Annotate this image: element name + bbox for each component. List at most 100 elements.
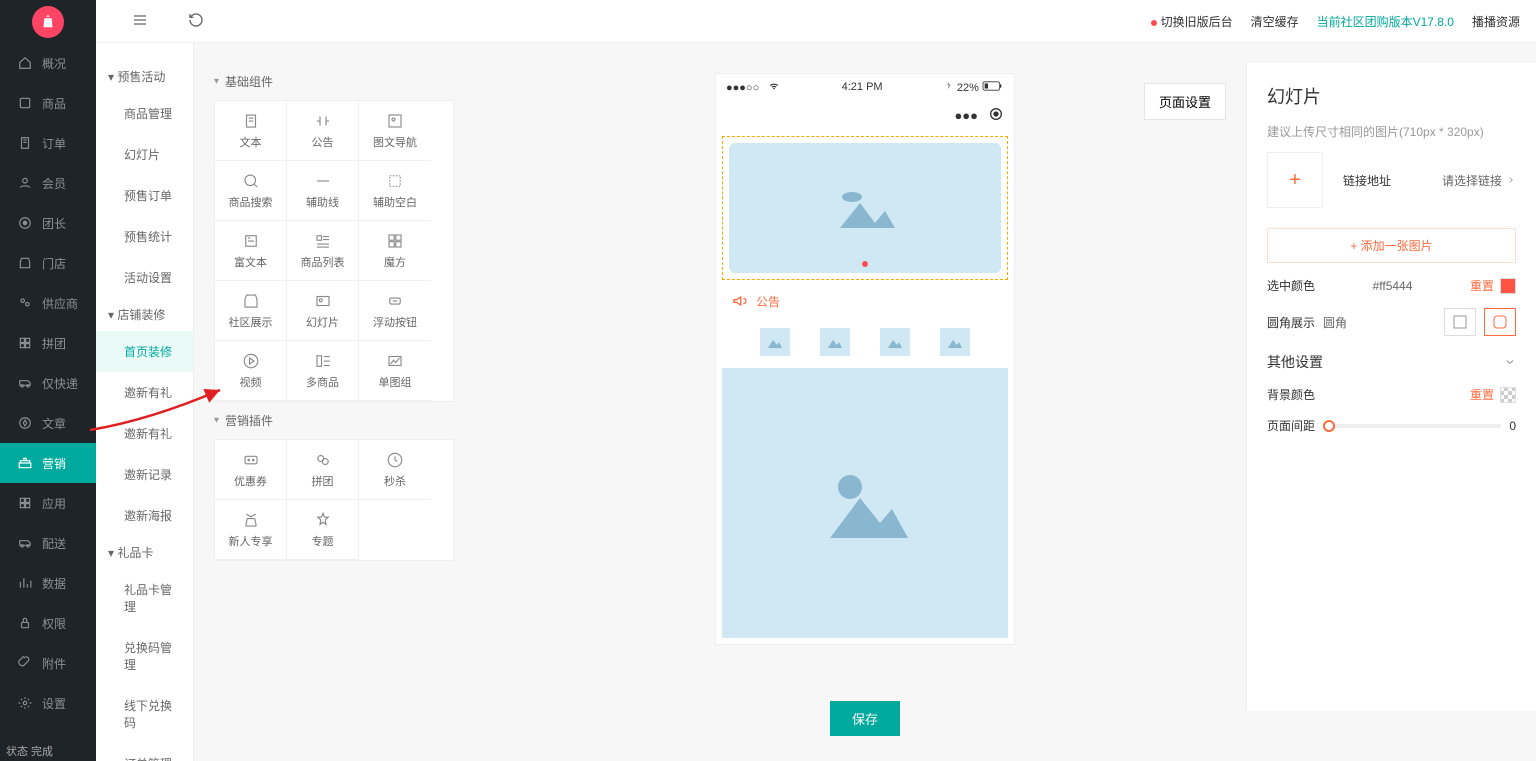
slideshow-slot[interactable] — [722, 136, 1008, 280]
sub-item[interactable]: 首页装修 — [96, 331, 193, 372]
component-魔方[interactable]: 魔方 — [359, 221, 431, 281]
nav-item-settings[interactable]: 设置 — [0, 683, 96, 723]
thumbnail-row[interactable] — [716, 322, 1014, 362]
gap-slider[interactable] — [1323, 424, 1501, 428]
nav-item-home[interactable]: 概况 — [0, 43, 96, 83]
page-settings-button[interactable]: 页面设置 — [1144, 83, 1226, 120]
nav-item-supplier[interactable]: 供应商 — [0, 283, 96, 323]
reset-color[interactable]: 重置 — [1470, 277, 1494, 294]
component-icon — [242, 232, 260, 250]
save-button[interactable]: 保存 — [830, 701, 900, 736]
big-image-slot[interactable] — [722, 368, 1008, 638]
nav-item-article[interactable]: 文章 — [0, 403, 96, 443]
component-图文导航[interactable]: 图文导航 — [359, 101, 431, 161]
nav-item-order[interactable]: 订单 — [0, 123, 96, 163]
nav-item-leader[interactable]: 团长 — [0, 203, 96, 243]
nav-item-attachment[interactable]: 附件 — [0, 643, 96, 683]
nav-item-goods[interactable]: 商品 — [0, 83, 96, 123]
megaphone-icon — [732, 293, 748, 309]
image-placeholder — [729, 143, 1001, 273]
nav-item-delivery[interactable]: 配送 — [0, 523, 96, 563]
size-hint: 建议上传尺寸相同的图片(710px * 320px) — [1267, 123, 1516, 140]
component-单图组[interactable]: 单图组 — [359, 341, 431, 401]
link-select[interactable]: 请选择链接 — [1442, 172, 1516, 189]
sub-item[interactable]: 邀新海报 — [96, 495, 193, 536]
component-优惠券[interactable]: 优惠券 — [215, 440, 287, 500]
phone-nav-bar: ●●● — [716, 100, 1014, 130]
sub-item[interactable]: 订单管理 — [96, 743, 193, 761]
marketing-components-header[interactable]: 营销插件 — [214, 412, 454, 429]
broadcast-link[interactable]: 播播资源 — [1472, 13, 1520, 30]
group-header[interactable]: ▾ 店铺装修 — [96, 298, 193, 331]
add-image-button[interactable]: + 添加一张图片 — [1267, 228, 1516, 263]
nav-item-group[interactable]: 拼团 — [0, 323, 96, 363]
corner-toggle — [1444, 308, 1516, 336]
sub-item[interactable]: 邀新有礼 — [96, 372, 193, 413]
sub-item[interactable]: 邀新记录 — [96, 454, 193, 495]
component-文本[interactable]: 文本 — [215, 101, 287, 161]
component-label: 辅助空白 — [373, 194, 417, 210]
sub-item[interactable]: 邀新有礼 — [96, 413, 193, 454]
component-公告[interactable]: 公告 — [287, 101, 359, 161]
thumbnail — [880, 328, 910, 356]
app-icon — [18, 496, 32, 510]
reset-bg[interactable]: 重置 — [1470, 386, 1494, 403]
sub-item[interactable]: 预售统计 — [96, 216, 193, 257]
component-辅助空白[interactable]: 辅助空白 — [359, 161, 431, 221]
editor-canvas: 基础组件 文本公告图文导航商品搜索辅助线辅助空白富文本商品列表魔方社区展示幻灯片… — [194, 43, 1536, 761]
thumbnail — [820, 328, 850, 356]
clear-cache-link[interactable]: 清空缓存 — [1251, 13, 1299, 30]
component-panel: 基础组件 文本公告图文导航商品搜索辅助线辅助空白富文本商品列表魔方社区展示幻灯片… — [214, 63, 454, 561]
component-视频[interactable]: 视频 — [215, 341, 287, 401]
component-label: 浮动按钮 — [373, 314, 417, 330]
component-专题[interactable]: 专题 — [287, 500, 359, 560]
nav-item-marketing[interactable]: 营销 — [0, 443, 96, 483]
thumbnail — [760, 328, 790, 356]
chevron-right-icon — [1506, 175, 1516, 185]
component-拼团[interactable]: 拼团 — [287, 440, 359, 500]
nav-item-permission[interactable]: 权限 — [0, 603, 96, 643]
sub-item[interactable]: 兑换码管理 — [96, 627, 193, 685]
bg-color-swatch[interactable] — [1500, 387, 1516, 403]
sub-item[interactable]: 商品管理 — [96, 93, 193, 134]
nav-item-data[interactable]: 数据 — [0, 563, 96, 603]
sub-item[interactable]: 预售订单 — [96, 175, 193, 216]
component-幻灯片[interactable]: 幻灯片 — [287, 281, 359, 341]
component-label: 商品搜索 — [229, 194, 273, 210]
status-bar: 状态 完成 — [0, 741, 59, 761]
refresh-icon[interactable] — [188, 12, 204, 31]
nav-item-member[interactable]: 会员 — [0, 163, 96, 203]
component-辅助线[interactable]: 辅助线 — [287, 161, 359, 221]
component-秒杀[interactable]: 秒杀 — [359, 440, 431, 500]
component-社区展示[interactable]: 社区展示 — [215, 281, 287, 341]
component-商品搜索[interactable]: 商品搜索 — [215, 161, 287, 221]
other-settings-header[interactable]: 其他设置 — [1267, 352, 1516, 372]
chevron-down-icon — [1504, 356, 1516, 368]
sub-item[interactable]: 幻灯片 — [96, 134, 193, 175]
sub-item[interactable]: 活动设置 — [96, 257, 193, 298]
component-商品列表[interactable]: 商品列表 — [287, 221, 359, 281]
nav-item-express[interactable]: 仅快递 — [0, 363, 96, 403]
sub-item[interactable]: 礼品卡管理 — [96, 569, 193, 627]
switch-version-link[interactable]: 切换旧版后台 — [1151, 13, 1233, 30]
topbar: 切换旧版后台 清空缓存 当前社区团购版本V17.8.0 播播资源 — [96, 0, 1536, 43]
corner-square-option[interactable] — [1444, 308, 1476, 336]
nav-item-store[interactable]: 门店 — [0, 243, 96, 283]
nav-label: 团长 — [42, 215, 66, 232]
component-icon — [242, 511, 260, 529]
link-label: 链接地址 — [1343, 172, 1391, 189]
group-header[interactable]: ▾ 预售活动 — [96, 60, 193, 93]
sub-item[interactable]: 线下兑换码 — [96, 685, 193, 743]
component-浮动按钮[interactable]: 浮动按钮 — [359, 281, 431, 341]
color-swatch[interactable] — [1500, 278, 1516, 294]
menu-toggle-icon[interactable] — [132, 12, 148, 31]
add-image-thumb[interactable]: + — [1267, 152, 1323, 208]
nav-item-app[interactable]: 应用 — [0, 483, 96, 523]
basic-components-header[interactable]: 基础组件 — [214, 73, 454, 90]
component-多商品[interactable]: 多商品 — [287, 341, 359, 401]
component-富文本[interactable]: 富文本 — [215, 221, 287, 281]
announce-slot[interactable]: 公告 — [722, 286, 1008, 316]
corner-round-option[interactable] — [1484, 308, 1516, 336]
component-新人专享[interactable]: 新人专享 — [215, 500, 287, 560]
group-header[interactable]: ▾ 礼品卡 — [96, 536, 193, 569]
